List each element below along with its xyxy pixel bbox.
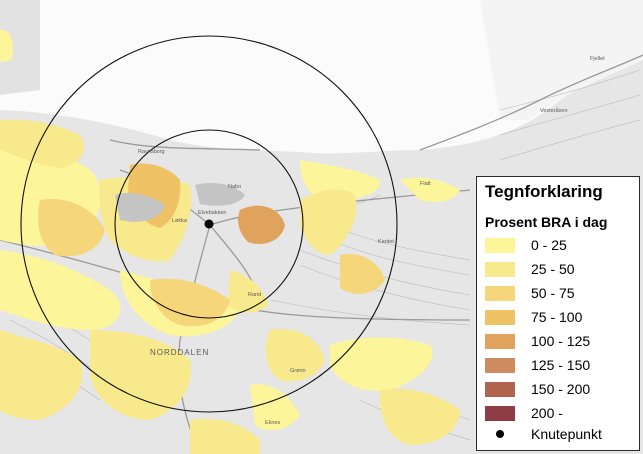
map-label-9: Fjellet	[590, 56, 605, 62]
legend-label: 50 - 75	[531, 285, 575, 301]
map-label-11: Eknes	[265, 420, 281, 426]
legend-swatch	[485, 309, 515, 325]
knutepunkt-icon	[485, 427, 515, 442]
map-label-5: Elvebakken	[198, 210, 226, 216]
legend-swatch	[485, 357, 515, 373]
legend-row: 25 - 50	[485, 259, 575, 279]
legend-label: 0 - 25	[531, 237, 567, 253]
legend-swatch	[485, 237, 515, 253]
map-label-7: Rand	[248, 292, 261, 298]
legend-label: 25 - 50	[531, 261, 575, 277]
legend-label: 75 - 100	[531, 309, 583, 325]
legend-row: 200 -	[485, 403, 563, 423]
legend-label: 100 - 125	[531, 333, 591, 349]
legend-row: 125 - 150	[485, 355, 590, 375]
legend-label: 150 - 200	[531, 381, 591, 397]
map-label-district: NORDDALEN	[150, 348, 209, 357]
legend-row: 75 - 100	[485, 307, 582, 327]
map-label-2: Kantet	[378, 239, 394, 245]
legend-subtitle: Prosent BRA i dag	[485, 214, 608, 230]
legend-row-knutepunkt: Knutepunkt	[485, 424, 602, 444]
legend-row: 150 - 200	[485, 379, 590, 399]
legend-label-knutepunkt: Knutepunkt	[531, 426, 602, 442]
legend-swatch	[485, 405, 515, 421]
knutepunkt-marker	[204, 219, 214, 229]
legend-label: 200 -	[531, 405, 563, 421]
map-label-1: Flatt	[420, 181, 431, 187]
legend-swatch	[485, 285, 515, 301]
legend-label: 125 - 150	[531, 357, 591, 373]
legend-swatch	[485, 381, 515, 397]
legend-row: 0 - 25	[485, 235, 567, 255]
map-label-3: Ravnsborg	[138, 149, 165, 155]
map-label-6: Nabo	[228, 184, 241, 190]
legend-title: Tegnforklaring	[485, 182, 603, 201]
map-label-10: Grønn	[290, 368, 306, 374]
map-legend: Tegnforklaring Prosent BRA i dag 0 - 25 2…	[476, 176, 640, 451]
legend-swatch	[485, 333, 515, 349]
map-label-4: Løkka	[172, 218, 188, 224]
legend-row: 100 - 125	[485, 331, 590, 351]
legend-row: 50 - 75	[485, 283, 575, 303]
legend-swatch	[485, 261, 515, 277]
map-label-8: Vesteråsen	[540, 107, 568, 114]
